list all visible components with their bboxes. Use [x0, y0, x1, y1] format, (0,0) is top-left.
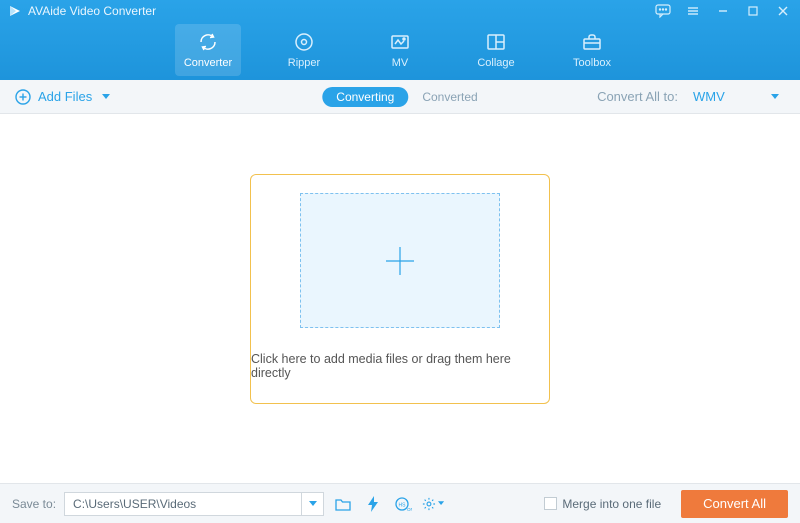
open-folder-button[interactable] [332, 493, 354, 515]
convert-all-to-label: Convert All to: [597, 89, 678, 104]
format-select-value: WMV [693, 89, 753, 104]
merge-checkbox[interactable] [544, 497, 557, 510]
plus-icon [380, 241, 420, 281]
drop-zone[interactable]: Click here to add media files or drag th… [250, 174, 550, 404]
high-speed-button[interactable]: HSON [392, 493, 414, 515]
convert-all-button[interactable]: Convert All [681, 490, 788, 518]
tab-mv[interactable]: MV [367, 24, 433, 76]
merge-label: Merge into one file [562, 497, 661, 511]
save-path-value: C:\Users\USER\Videos [65, 497, 301, 511]
close-icon[interactable] [774, 2, 792, 20]
feedback-icon[interactable] [654, 2, 672, 20]
add-files-button[interactable]: Add Files [14, 88, 110, 106]
hardware-accel-button[interactable] [362, 493, 384, 515]
chevron-down-icon [102, 94, 110, 100]
app-title: AVAide Video Converter [28, 4, 156, 18]
converter-icon [197, 31, 219, 53]
converting-tab[interactable]: Converting [322, 87, 408, 107]
mv-icon [389, 31, 411, 53]
tab-ripper[interactable]: Ripper [271, 24, 337, 76]
drop-zone-text: Click here to add media files or drag th… [251, 352, 549, 380]
tab-collage-label: Collage [477, 57, 514, 69]
tab-mv-label: MV [392, 57, 409, 69]
save-to-label: Save to: [12, 497, 56, 511]
tab-converter[interactable]: Converter [175, 24, 241, 76]
drop-zone-inner [300, 193, 500, 328]
maximize-icon[interactable] [744, 2, 762, 20]
menu-icon[interactable] [684, 2, 702, 20]
tab-collage[interactable]: Collage [463, 24, 529, 76]
chevron-down-icon[interactable] [301, 493, 323, 515]
settings-button[interactable] [422, 493, 444, 515]
tab-toolbox[interactable]: Toolbox [559, 24, 625, 76]
svg-text:HS: HS [399, 502, 407, 508]
tab-ripper-label: Ripper [288, 57, 320, 69]
svg-text:ON: ON [407, 507, 412, 512]
tab-converter-label: Converter [184, 57, 232, 69]
collage-icon [485, 31, 507, 53]
app-logo-icon [8, 4, 22, 18]
add-files-label: Add Files [38, 89, 92, 104]
save-path-select[interactable]: C:\Users\USER\Videos [64, 492, 324, 516]
chevron-down-icon [771, 94, 779, 100]
plus-circle-icon [14, 88, 32, 106]
tab-toolbox-label: Toolbox [573, 57, 611, 69]
format-select[interactable]: WMV [686, 86, 786, 107]
convert-all-label: Convert All [703, 496, 766, 511]
ripper-icon [293, 31, 315, 53]
converted-tab[interactable]: Converted [422, 90, 477, 104]
minimize-icon[interactable] [714, 2, 732, 20]
toolbox-icon [581, 31, 603, 53]
